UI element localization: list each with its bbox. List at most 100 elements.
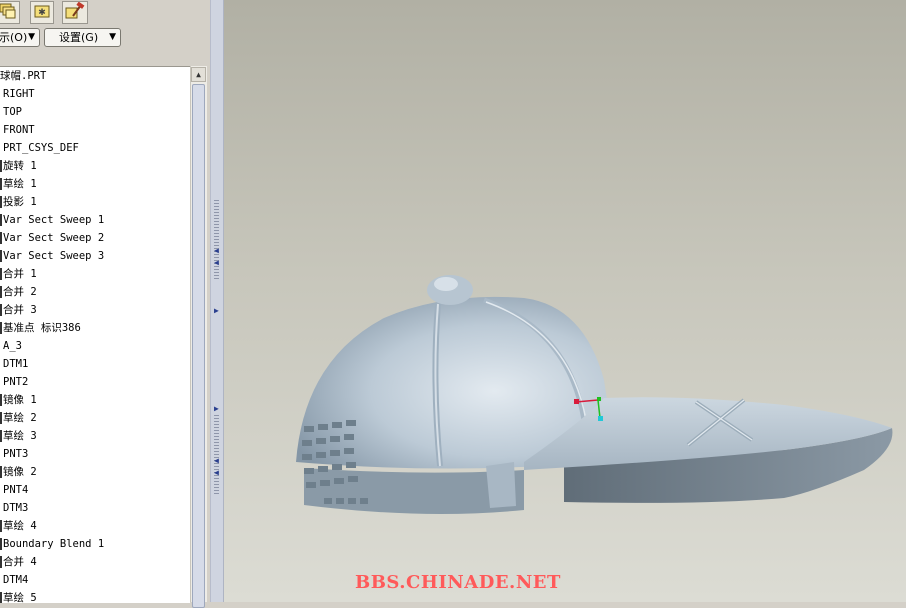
tree-branch-marker bbox=[0, 196, 2, 208]
tree-item[interactable]: PNT2 bbox=[0, 373, 190, 391]
graphics-viewport[interactable] bbox=[224, 0, 906, 602]
baseball-cap-model bbox=[296, 275, 893, 514]
tree-item-label: 草绘 4 bbox=[3, 520, 37, 532]
cap-button-highlight bbox=[434, 277, 458, 291]
tree-branch-marker bbox=[0, 592, 2, 603]
model-tree-panel: ✱ 示(O) ▼ 设置(G) ▼ 球帽.PRT RIGHT TOP FRONT … bbox=[0, 0, 210, 608]
sash-grip[interactable] bbox=[214, 415, 219, 495]
tree-branch-marker bbox=[0, 214, 2, 226]
tree-branch-marker bbox=[0, 430, 2, 442]
tree-item[interactable]: 草绘 3 bbox=[0, 427, 190, 445]
tree-item[interactable]: 镜像 1 bbox=[0, 391, 190, 409]
tree-branch-marker bbox=[0, 268, 2, 280]
tree-branch-marker bbox=[0, 556, 2, 568]
tree-item-label: RIGHT bbox=[3, 88, 35, 100]
tree-item[interactable]: Var Sect Sweep 3 bbox=[0, 247, 190, 265]
tree-branch-marker bbox=[0, 466, 2, 478]
tree-item[interactable]: DTM1 bbox=[0, 355, 190, 373]
tree-item-label: Var Sect Sweep 1 bbox=[3, 214, 105, 226]
tree-item-label: Var Sect Sweep 3 bbox=[3, 250, 105, 262]
panel-sash[interactable]: ◀ ◀ ▶ ▶ ◀ ◀ bbox=[210, 0, 224, 602]
tree-item-label: DTM4 bbox=[3, 574, 29, 586]
tree-item[interactable]: TOP bbox=[0, 103, 190, 121]
tree-branch-marker bbox=[0, 160, 2, 172]
tree-item[interactable]: 草绘 1 bbox=[0, 175, 190, 193]
tools-button[interactable] bbox=[62, 1, 88, 24]
tree-item-label: 合并 4 bbox=[3, 556, 37, 568]
tree-item-label: 基准点 标识386 bbox=[3, 322, 81, 334]
tree-controls: 示(O) ▼ 设置(G) ▼ bbox=[0, 27, 210, 49]
tree-item-label: PNT3 bbox=[3, 448, 29, 460]
tree-item[interactable]: Boundary Blend 1 bbox=[0, 535, 190, 553]
tree-item[interactable]: 合并 1 bbox=[0, 265, 190, 283]
tree-item[interactable]: 镜像 2 bbox=[0, 463, 190, 481]
model-tree: 球帽.PRT RIGHT TOP FRONT PRT_CSYS_DEF 旋转 1 草绘 1… bbox=[0, 66, 190, 603]
tree-item[interactable]: 草绘 5 bbox=[0, 589, 190, 603]
tree-branch-marker bbox=[0, 232, 2, 244]
chevron-down-icon: ▼ bbox=[28, 32, 35, 42]
tree-item-label: PNT4 bbox=[3, 484, 29, 496]
tree-item[interactable]: RIGHT bbox=[0, 85, 190, 103]
tree-item[interactable]: 基准点 标识386 bbox=[0, 319, 190, 337]
tree-item[interactable]: Var Sect Sweep 2 bbox=[0, 229, 190, 247]
tree-item-label: 旋转 1 bbox=[3, 160, 37, 172]
datum-point[interactable] bbox=[597, 397, 601, 401]
collapse-left-icon[interactable]: ◀ bbox=[214, 468, 220, 477]
datum-point[interactable] bbox=[574, 399, 579, 404]
tree-item[interactable]: PNT3 bbox=[0, 445, 190, 463]
sash-grip[interactable] bbox=[214, 200, 219, 280]
tree-item-label: 镜像 2 bbox=[3, 466, 37, 478]
hammer-icon bbox=[65, 1, 85, 24]
tree-items: RIGHT TOP FRONT PRT_CSYS_DEF 旋转 1 草绘 1 投影 1 Var… bbox=[0, 85, 190, 603]
tree-item[interactable]: DTM3 bbox=[0, 499, 190, 517]
tree-item[interactable]: Var Sect Sweep 1 bbox=[0, 211, 190, 229]
tree-item[interactable]: 草绘 4 bbox=[0, 517, 190, 535]
tree-item-label: DTM1 bbox=[3, 358, 29, 370]
tree-item[interactable]: DTM4 bbox=[0, 571, 190, 589]
expand-right-icon[interactable]: ▶ bbox=[214, 306, 220, 315]
tree-branch-marker bbox=[0, 286, 2, 298]
chevron-up-icon: ▲ bbox=[196, 70, 201, 79]
tree-root[interactable]: 球帽.PRT bbox=[0, 67, 190, 85]
tree-item-label: FRONT bbox=[3, 124, 35, 136]
tree-item[interactable]: A_3 bbox=[0, 337, 190, 355]
tree-item[interactable]: 草绘 2 bbox=[0, 409, 190, 427]
chevron-down-icon: ▼ bbox=[109, 32, 116, 42]
tree-branch-marker bbox=[0, 304, 2, 316]
expand-right-icon[interactable]: ▶ bbox=[214, 404, 220, 413]
collapse-left-icon[interactable]: ◀ bbox=[214, 258, 220, 267]
settings-menu[interactable]: 设置(G) ▼ bbox=[44, 28, 121, 47]
settings-menu-label: 设置(G) bbox=[59, 31, 99, 44]
scroll-up-button[interactable]: ▲ bbox=[191, 67, 206, 82]
tree-item-label: PRT_CSYS_DEF bbox=[3, 142, 79, 154]
tree-branch-marker bbox=[0, 538, 2, 550]
tree-item[interactable]: 合并 4 bbox=[0, 553, 190, 571]
cap-strap bbox=[486, 462, 516, 508]
collapse-left-icon[interactable]: ◀ bbox=[214, 246, 220, 255]
tree-item[interactable]: 合并 3 bbox=[0, 301, 190, 319]
tree-item[interactable]: PRT_CSYS_DEF bbox=[0, 139, 190, 157]
watermark: BBS.CHINADE.NET bbox=[355, 572, 561, 593]
tree-item[interactable]: 合并 2 bbox=[0, 283, 190, 301]
tree-item-label: Var Sect Sweep 2 bbox=[3, 232, 105, 244]
collapse-left-icon[interactable]: ◀ bbox=[214, 456, 220, 465]
tree-item-label: PNT2 bbox=[3, 376, 29, 388]
tree-item[interactable]: 投影 1 bbox=[0, 193, 190, 211]
tree-item-label: 镜像 1 bbox=[3, 394, 37, 406]
tree-item[interactable]: 旋转 1 bbox=[0, 157, 190, 175]
tree-branch-marker bbox=[0, 394, 2, 406]
tree-branch-marker bbox=[0, 520, 2, 532]
show-menu[interactable]: 示(O) ▼ bbox=[0, 28, 40, 47]
tree-scrollbar[interactable]: ▲ bbox=[190, 66, 207, 608]
tree-item[interactable]: PNT4 bbox=[0, 481, 190, 499]
tree-branch-marker bbox=[0, 250, 2, 262]
tree-item-label: 草绘 3 bbox=[3, 430, 37, 442]
tree-root-label: 球帽.PRT bbox=[0, 70, 47, 82]
star-folder-button[interactable]: ✱ bbox=[30, 1, 54, 24]
layers-button[interactable] bbox=[0, 1, 20, 24]
scroll-thumb[interactable] bbox=[192, 84, 205, 608]
tree-item[interactable]: FRONT bbox=[0, 121, 190, 139]
tree-item-label: 投影 1 bbox=[3, 196, 37, 208]
datum-point[interactable] bbox=[598, 416, 603, 421]
tree-branch-marker bbox=[0, 412, 2, 424]
